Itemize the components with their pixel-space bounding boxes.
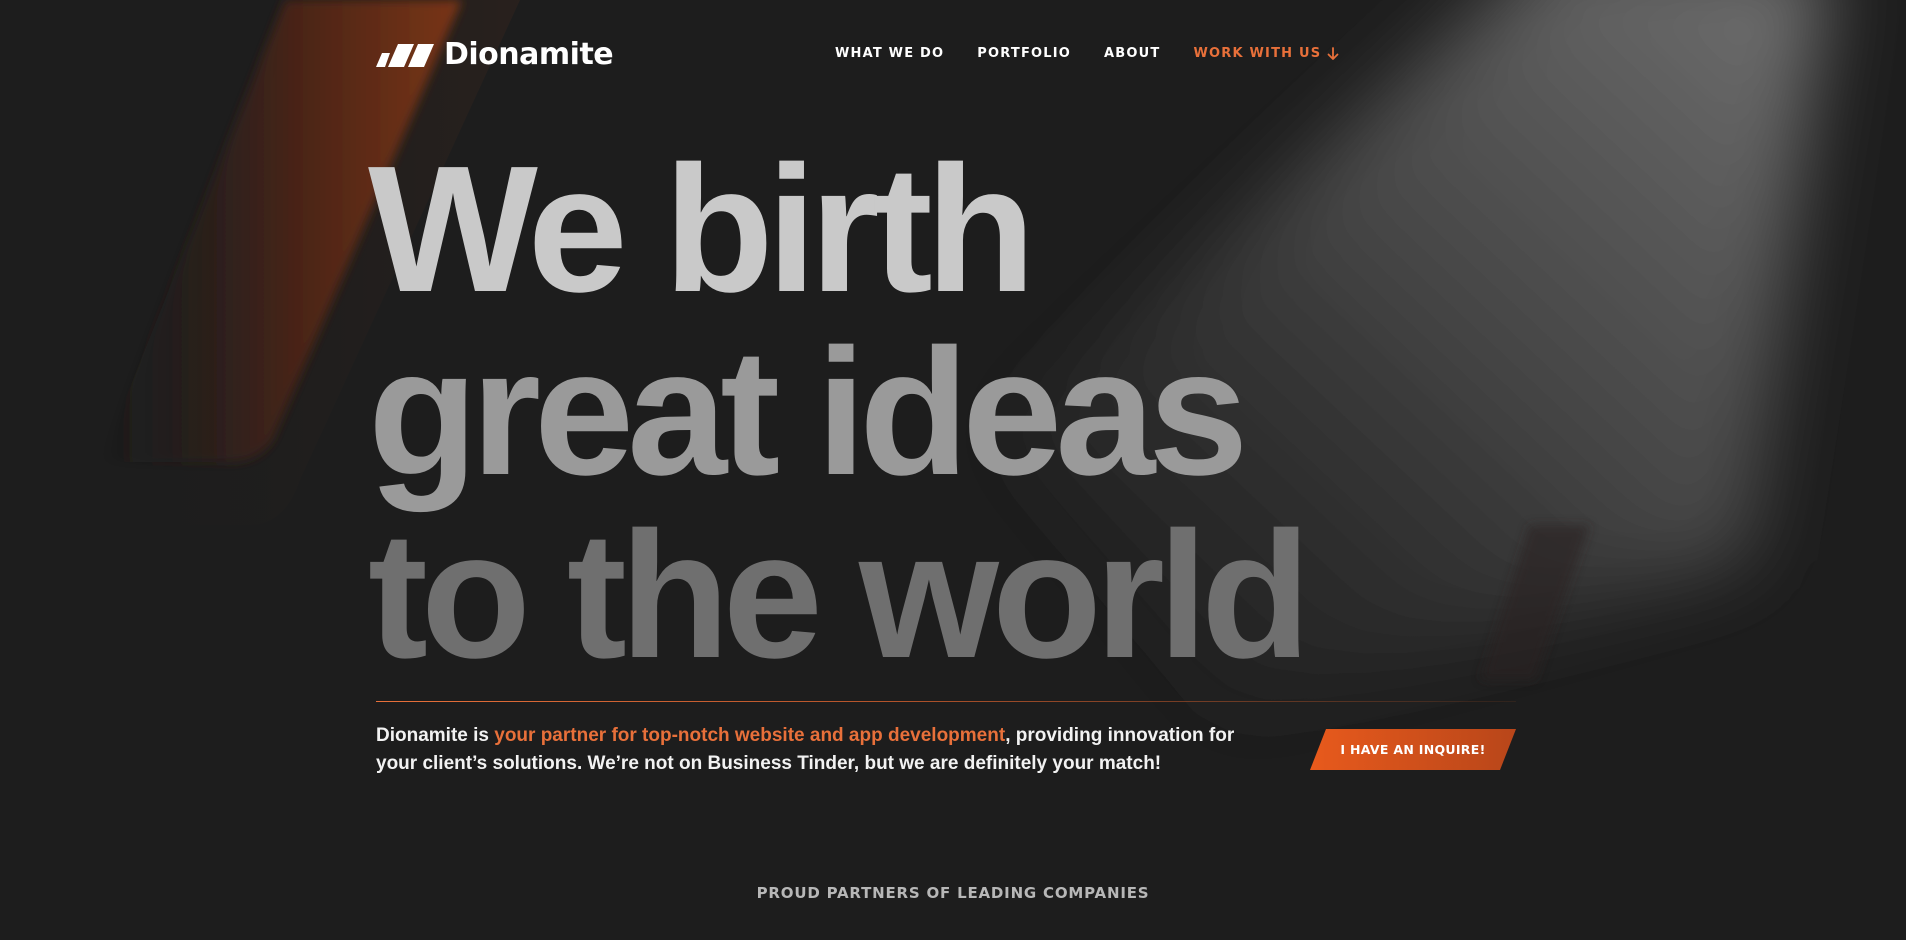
brand-logo[interactable]: Dionamite: [376, 37, 614, 72]
arrow-down-icon: [1327, 46, 1339, 60]
headline-line-3: to the world: [368, 495, 1311, 696]
brand-name: Dionamite: [444, 37, 614, 72]
headline-line-1: We birth: [368, 129, 1036, 330]
nav-item-about[interactable]: ABOUT: [1104, 46, 1160, 61]
nav-item-portfolio[interactable]: PORTFOLIO: [977, 46, 1071, 61]
nav-item-work-with-us-label: WORK WITH US: [1193, 46, 1322, 61]
hero-section: Dionamite WHAT WE DO PORTFOLIO ABOUT WOR…: [0, 0, 1906, 940]
nav-item-work-with-us[interactable]: WORK WITH US: [1194, 46, 1340, 61]
nav-item-what-we-do[interactable]: WHAT WE DO: [835, 46, 944, 61]
inquire-button[interactable]: I HAVE AN INQUIRE!: [1310, 729, 1516, 770]
main-nav: WHAT WE DO PORTFOLIO ABOUT WORK WITH US: [835, 46, 1339, 61]
hero-lead-text: Dionamite is your partner for top-notch …: [376, 722, 1276, 778]
partners-heading: PROUD PARTNERS OF LEADING COMPANIES: [756, 884, 1150, 902]
inquire-button-label: I HAVE AN INQUIRE!: [1340, 742, 1486, 757]
hero-divider: [376, 701, 1516, 702]
headline-line-2: great ideas: [368, 312, 1248, 513]
lead-prefix: Dionamite is: [376, 725, 495, 746]
logo-mark-icon: [376, 44, 434, 67]
lead-highlight: your partner for top-notch website and a…: [494, 725, 1006, 746]
hero-headline: We birth great ideas to the world: [368, 138, 1508, 687]
